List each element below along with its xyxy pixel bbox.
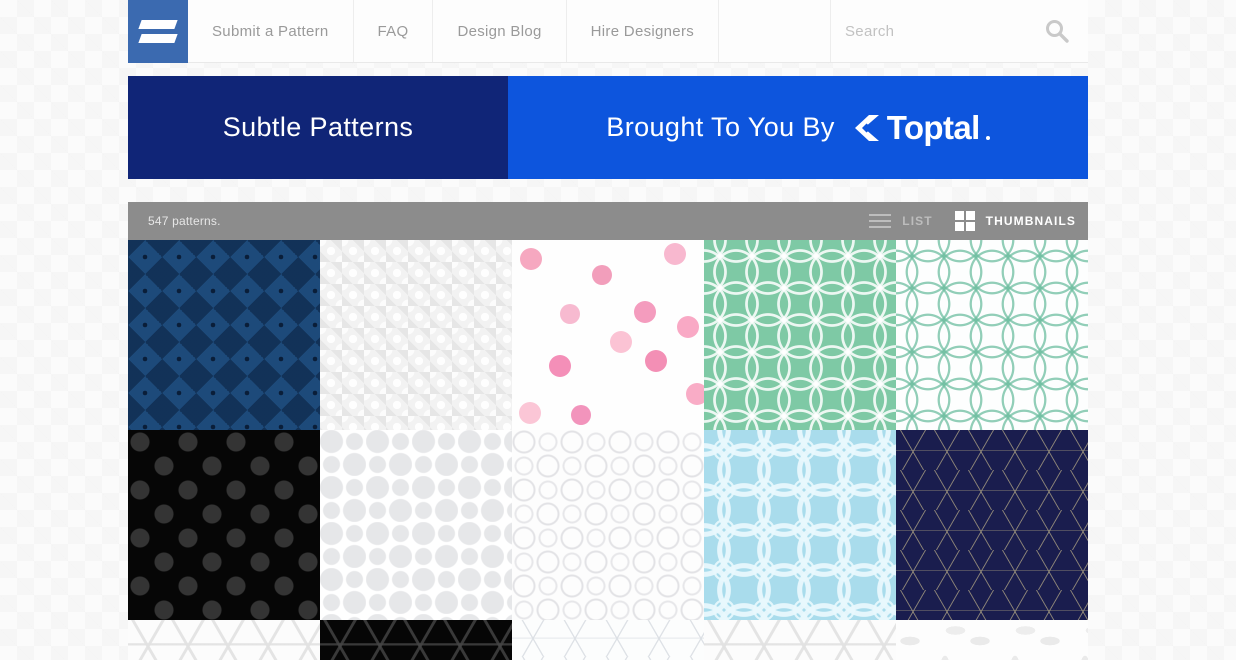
view-toggle-thumbnails[interactable]: THUMBNAILS	[954, 211, 1076, 231]
pink-dot	[592, 265, 612, 285]
nav-label: Submit a Pattern	[212, 22, 329, 40]
results-toolbar: 547 patterns. LIST THUMBNAILS	[128, 202, 1088, 240]
logo-bar-bottom	[138, 34, 178, 43]
toptal-registered-dot	[985, 136, 990, 140]
pink-dot	[686, 383, 704, 405]
pattern-tile-navy-gold-hexagons[interactable]	[896, 430, 1088, 620]
pink-dot	[677, 316, 699, 338]
page-title: Subtle Patterns	[222, 112, 414, 142]
nav-label: Design Blog	[457, 22, 542, 40]
pink-dot	[560, 304, 580, 324]
pink-dot	[549, 355, 571, 377]
pattern-tile-black-tri-arrows[interactable]	[320, 620, 512, 660]
search-input[interactable]	[845, 22, 1044, 40]
nav-item-faq[interactable]: FAQ	[354, 0, 434, 62]
pattern-tile-white-green-circles[interactable]	[896, 240, 1088, 430]
pattern-grid	[128, 240, 1088, 660]
pink-dot	[520, 248, 542, 270]
pink-dot	[664, 243, 686, 265]
nav-empty-cell	[719, 0, 831, 62]
search-container[interactable]	[831, 0, 1088, 62]
pattern-tile-green-circles[interactable]	[704, 240, 896, 430]
banner-sponsor-panel[interactable]: Brought To You By Toptal	[508, 76, 1088, 179]
promo-banner: Subtle Patterns Brought To You By Toptal	[128, 76, 1088, 179]
nav-item-hire-designers[interactable]: Hire Designers	[567, 0, 720, 62]
view-toggle-list[interactable]: LIST	[869, 214, 932, 228]
nav-item-submit-a-pattern[interactable]: Submit a Pattern	[188, 0, 354, 62]
view-switcher: LIST THUMBNAILS	[869, 211, 1076, 231]
pattern-tile-white-tri-arrows[interactable]	[128, 620, 320, 660]
subtle-patterns-logo[interactable]	[128, 0, 188, 63]
view-toggle-list-label: LIST	[902, 214, 933, 228]
view-toggle-thumbnails-label: THUMBNAILS	[985, 214, 1076, 228]
logo-bar-top	[138, 20, 178, 29]
banner-title-panel: Subtle Patterns	[128, 76, 508, 179]
pattern-tile-pink-confetti-dots[interactable]	[512, 240, 704, 430]
sponsor-text: Brought To You By	[606, 112, 835, 142]
pattern-tile-white-tri-arrows-2[interactable]	[704, 620, 896, 660]
pink-dot	[571, 405, 591, 425]
pattern-count: 547 patterns.	[148, 214, 221, 228]
list-icon[interactable]	[869, 214, 892, 228]
pattern-tile-dark-blue-argyle[interactable]	[128, 240, 320, 430]
thumbnails-grid-icon[interactable]	[954, 211, 975, 231]
pattern-tile-gray-connected-dots[interactable]	[320, 430, 512, 620]
pattern-tile-white-leaves[interactable]	[896, 620, 1088, 660]
search-icon[interactable]	[1044, 18, 1070, 44]
nav-label: FAQ	[377, 22, 409, 40]
pink-dot	[519, 402, 541, 424]
pattern-tile-white-triangles[interactable]	[512, 620, 704, 660]
toptal-chevron-icon	[854, 114, 879, 141]
nav-item-design-blog[interactable]: Design Blog	[433, 0, 567, 62]
toptal-logo[interactable]: Toptal	[851, 111, 990, 144]
nav-label: Hire Designers	[590, 22, 695, 40]
pink-dot	[645, 350, 667, 372]
pink-dot	[610, 331, 632, 353]
pink-dot	[634, 301, 656, 323]
toptal-wordmark: Toptal	[886, 109, 981, 146]
site-header: Submit a Pattern FAQ Design Blog Hire De…	[128, 0, 1088, 63]
pattern-tile-black-connected-dots[interactable]	[128, 430, 320, 620]
pattern-tile-light-gray-damask[interactable]	[320, 240, 512, 430]
pattern-tile-white-outline-dots[interactable]	[512, 430, 704, 620]
pattern-tile-light-blue-lattice[interactable]	[704, 430, 896, 620]
